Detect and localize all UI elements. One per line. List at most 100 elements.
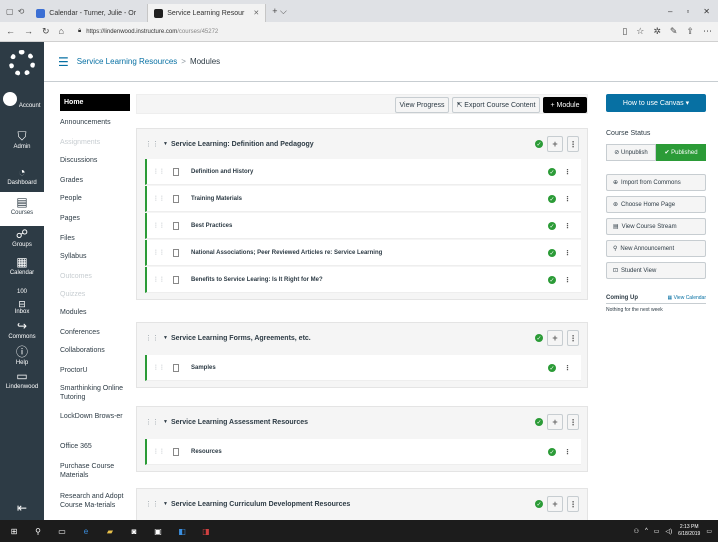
course-nav-discussions[interactable]: Discussions	[60, 156, 130, 165]
back-arrow-icon[interactable]: ←	[6, 26, 15, 37]
item-menu-icon[interactable]: ⋮	[564, 249, 571, 257]
collapse-triangle-icon[interactable]: ▼	[163, 419, 168, 425]
module-item[interactable]: ⋮⋮ National Associations; Peer Reviewed …	[145, 240, 581, 266]
course-nav-lockdown-browser[interactable]: LockDown Brows-er	[60, 412, 130, 421]
published-check-icon[interactable]: ✓	[548, 448, 556, 456]
photos-icon[interactable]: ▣	[152, 525, 164, 537]
course-nav-conferences[interactable]: Conferences	[60, 328, 130, 337]
nav-dashboard[interactable]: ◔ Dashboard	[0, 166, 44, 187]
item-menu-icon[interactable]: ⋮	[564, 276, 571, 284]
add-item-button[interactable]: +	[547, 136, 563, 152]
course-nav-quizzes[interactable]: Quizzes	[60, 290, 130, 299]
drag-handle-icon[interactable]: ⋮⋮	[153, 222, 165, 229]
published-check-icon[interactable]: ✓	[548, 195, 556, 203]
close-window-icon[interactable]: ✕	[703, 7, 710, 16]
module-item-title[interactable]: Samples	[191, 365, 216, 371]
module-header[interactable]: ⋮⋮ ▼ Service Learning Curriculum Develop…	[137, 489, 587, 519]
view-course-stream-button[interactable]: ▤ View Course Stream	[606, 218, 706, 235]
module-item-title[interactable]: Definition and History	[191, 169, 253, 175]
collapse-triangle-icon[interactable]: ▼	[163, 141, 168, 147]
course-nav-research-materials[interactable]: Research and Adopt Course Ma-terials	[60, 492, 130, 510]
drag-handle-icon[interactable]: ⋮⋮	[153, 249, 165, 256]
course-nav-people[interactable]: People	[60, 194, 130, 203]
refresh-icon[interactable]: ↻	[42, 26, 50, 37]
choose-home-page-button[interactable]: ⊛ Choose Home Page	[606, 196, 706, 213]
item-menu-icon[interactable]: ⋮	[564, 222, 571, 230]
module-item-title[interactable]: Benefits to Service Learing: Is It Right…	[191, 277, 323, 283]
nav-calendar[interactable]: ▦ Calendar	[0, 256, 44, 277]
module-header[interactable]: ⋮⋮ ▼ Service Learning: Definition and Pe…	[137, 129, 587, 159]
how-to-use-canvas-button[interactable]: How to use Canvas ▾	[606, 94, 706, 112]
tab-preview-icon[interactable]: ▢	[6, 7, 14, 16]
drag-handle-icon[interactable]: ⋮⋮	[145, 500, 159, 508]
add-item-button[interactable]: +	[547, 414, 563, 430]
close-tab-icon[interactable]: ✕	[253, 9, 259, 17]
drag-handle-icon[interactable]: ⋮⋮	[145, 418, 159, 426]
canvas-logo-icon[interactable]	[9, 50, 35, 76]
windows-start-icon[interactable]: ⊞	[8, 525, 20, 537]
course-nav-smarthinking[interactable]: Smarthinking Online Tutoring	[60, 384, 130, 402]
drag-handle-icon[interactable]: ⋮⋮	[153, 364, 165, 371]
published-check-icon[interactable]: ✓	[535, 500, 543, 508]
item-menu-icon[interactable]: ⋮	[564, 448, 571, 456]
tab-back-icon[interactable]: ⟲	[18, 7, 25, 16]
module-menu-button[interactable]: ⋮	[567, 136, 579, 152]
module-item[interactable]: ⋮⋮ Samples ✓ ⋮	[145, 355, 581, 381]
drag-handle-icon[interactable]: ⋮⋮	[153, 168, 165, 175]
view-progress-button[interactable]: View Progress	[395, 97, 449, 113]
drag-handle-icon[interactable]: ⋮⋮	[145, 334, 159, 342]
store-icon[interactable]: ◙	[128, 525, 140, 537]
module-item-title[interactable]: Training Materials	[191, 196, 242, 202]
unpublish-button[interactable]: ⊘ Unpublish	[606, 144, 656, 161]
home-icon[interactable]: ⌂	[59, 26, 64, 37]
published-check-icon[interactable]: ✓	[535, 334, 543, 342]
import-from-commons-button[interactable]: ⊕ Import from Commons	[606, 174, 706, 191]
course-nav-proctoru[interactable]: ProctorU	[60, 366, 130, 375]
item-menu-icon[interactable]: ⋮	[564, 195, 571, 203]
nav-account[interactable]: Account	[0, 92, 44, 109]
maximize-icon[interactable]: ▫	[686, 7, 689, 16]
published-check-icon[interactable]: ✓	[548, 222, 556, 230]
module-item[interactable]: ⋮⋮ Resources ✓ ⋮	[145, 439, 581, 465]
people-icon[interactable]: ⚇	[634, 528, 639, 535]
published-check-icon[interactable]: ✓	[548, 364, 556, 372]
network-icon[interactable]: ▭	[654, 528, 660, 535]
nav-lindenwood[interactable]: ▭ Lindenwood	[0, 370, 44, 391]
new-announcement-button[interactable]: ⚲ New Announcement	[606, 240, 706, 257]
module-item-title[interactable]: Best Practices	[191, 223, 232, 229]
outlook-icon[interactable]: ◧	[176, 525, 188, 537]
module-menu-button[interactable]: ⋮	[567, 496, 579, 512]
published-check-icon[interactable]: ✓	[548, 249, 556, 257]
favorite-star-icon[interactable]: ☆	[636, 26, 644, 37]
task-view-icon[interactable]: ▭	[56, 525, 68, 537]
course-nav-home[interactable]: Home	[60, 94, 130, 111]
item-menu-icon[interactable]: ⋮	[564, 364, 571, 372]
pen-icon[interactable]: ✎	[670, 26, 678, 37]
course-nav-assignments[interactable]: Assignments	[60, 138, 130, 147]
module-item[interactable]: ⋮⋮ Training Materials ✓ ⋮	[145, 186, 581, 212]
module-item[interactable]: ⋮⋮ Definition and History ✓ ⋮	[145, 159, 581, 185]
course-nav-modules[interactable]: Modules	[60, 308, 130, 317]
forward-arrow-icon[interactable]: →	[24, 26, 33, 37]
published-check-icon[interactable]: ✓	[548, 276, 556, 284]
nav-help[interactable]: ⓘ Help	[0, 346, 44, 367]
collapse-triangle-icon[interactable]: ▼	[163, 335, 168, 341]
drag-handle-icon[interactable]: ⋮⋮	[145, 140, 159, 148]
add-item-button[interactable]: +	[547, 496, 563, 512]
nav-courses[interactable]: ▤ Courses	[0, 192, 44, 226]
taskbar-clock[interactable]: 2:13 PM 6/18/2019	[678, 524, 700, 538]
module-header[interactable]: ⋮⋮ ▼ Service Learning Forms, Agreements,…	[137, 323, 587, 353]
student-view-button[interactable]: ⊡ Student View	[606, 262, 706, 279]
collapse-nav-button[interactable]: ⇤	[0, 502, 44, 516]
course-nav-syllabus[interactable]: Syllabus	[60, 252, 130, 261]
share-icon[interactable]: ⇪	[686, 26, 694, 37]
published-check-icon[interactable]: ✓	[548, 168, 556, 176]
view-calendar-link[interactable]: ▦ View Calendar	[667, 295, 706, 301]
nav-commons[interactable]: ↪ Commons	[0, 320, 44, 341]
volume-icon[interactable]: ◁)	[665, 528, 672, 535]
module-menu-button[interactable]: ⋮	[567, 330, 579, 346]
drag-handle-icon[interactable]: ⋮⋮	[153, 195, 165, 202]
item-menu-icon[interactable]: ⋮	[564, 168, 571, 176]
favorites-list-icon[interactable]: ✲	[653, 26, 661, 37]
browser-tab-service-learning[interactable]: Service Learning Resour ✕	[148, 4, 267, 22]
